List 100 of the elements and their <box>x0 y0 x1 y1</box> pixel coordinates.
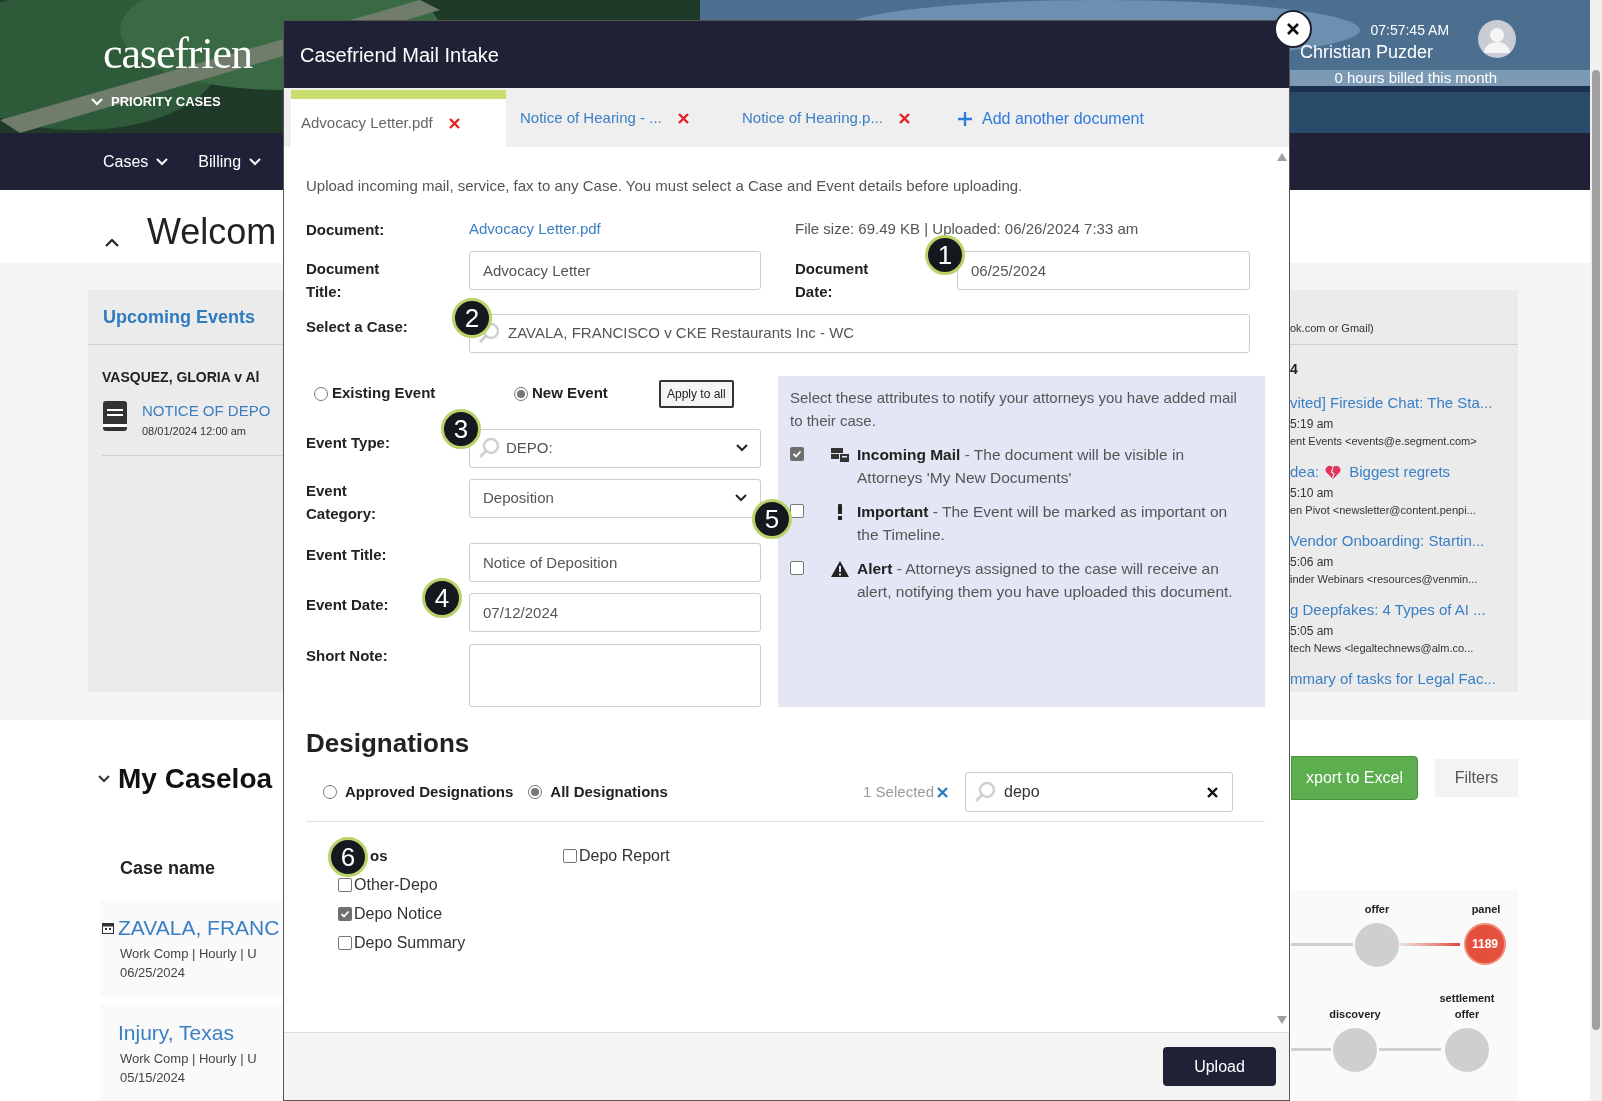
mail-time: 5:19 am <box>1290 415 1335 433</box>
event-link[interactable]: NOTICE OF DEPO <box>142 400 271 423</box>
mail-subject[interactable]: Vendor Onboarding: Startin... <box>1290 530 1485 553</box>
mail-heading: 4 <box>1290 360 1299 379</box>
priority-cases-link[interactable]: PRIORITY CASES <box>111 92 221 112</box>
avatar[interactable] <box>1478 20 1516 58</box>
scroll-down-icon[interactable] <box>1277 1016 1287 1024</box>
field-label: Event Title: <box>306 544 387 565</box>
nav-menu[interactable]: Billing <box>198 149 242 174</box>
close-icon <box>1287 23 1299 35</box>
checkmark-icon <box>792 448 802 459</box>
mail-subject[interactable]: vited] Fireside Chat: The Sta... <box>1290 392 1493 415</box>
column-header: Case name <box>120 857 216 880</box>
broken-heart-icon <box>1325 464 1342 480</box>
document-icon <box>102 400 128 432</box>
checkbox[interactable] <box>790 560 804 575</box>
mail-time: 5:06 am <box>1290 553 1335 571</box>
mail-subject[interactable]: g Deepfakes: 4 Types of AI ... <box>1290 599 1486 622</box>
stage-label: offer <box>1363 902 1391 917</box>
chevron-icon[interactable] <box>98 775 110 783</box>
document-tab[interactable]: Advocacy Letter.pdf <box>291 90 506 147</box>
option-description: Important - The Event will be marked as important on the Timeline. <box>857 501 1229 545</box>
instructions: Upload incoming mail, service, fax to any Case. You must select a Case and Event details before uploading. <box>306 176 1024 196</box>
checkbox[interactable] <box>338 906 352 921</box>
option-description: Incoming Mail - The document will be visible in Attorneys 'My New Documents' <box>857 444 1186 488</box>
panel-description: Select these attributes to notify your attorneys you have added mail to their case. <box>790 387 1238 431</box>
file-link[interactable]: Advocacy Letter.pdf <box>469 217 795 241</box>
apply-all-button[interactable]: Apply to all <box>659 379 734 408</box>
filters-button[interactable]: Filters <box>1435 759 1518 797</box>
dialog-title: Casefriend Mail Intake <box>300 42 499 68</box>
field-label: Event Type: <box>306 432 390 453</box>
case-meta: Work Comp | Hourly | U <box>120 944 258 963</box>
field-label: Document Date: <box>795 258 870 302</box>
nav-menu[interactable]: Cases <box>103 149 149 174</box>
radio-button[interactable] <box>514 386 528 401</box>
mail-note: ok.com or Gmail) <box>1290 320 1374 336</box>
input-field[interactable]: Notice of Deposition <box>469 542 761 582</box>
checkbox-label[interactable]: Other-Depo <box>354 874 438 895</box>
search-icon <box>478 322 500 344</box>
mail-subject[interactable]: mmary of tasks for Legal Fac... <box>1290 668 1496 691</box>
add-document-link[interactable]: Add another document <box>958 90 1144 147</box>
radio-label[interactable]: Approved Designations <box>345 780 514 804</box>
calendar-icon <box>102 921 114 934</box>
date-field[interactable]: 06/25/2024 <box>957 250 1250 290</box>
billed-hours: 0 hours billed this month <box>1334 68 1498 88</box>
close-tab-icon[interactable] <box>677 113 689 124</box>
dropdown[interactable]: DEPO: <box>469 428 761 468</box>
checkbox[interactable] <box>338 935 352 950</box>
radio-button[interactable] <box>323 785 337 799</box>
upload-button[interactable]: Upload <box>1163 1047 1276 1086</box>
radio-button[interactable] <box>314 386 328 401</box>
connector-line <box>1398 943 1460 946</box>
checkbox[interactable] <box>563 848 577 863</box>
mail-subject[interactable]: Biggest regrets <box>1349 461 1451 484</box>
stage-node: 1189 <box>1464 923 1506 965</box>
search-field[interactable]: depo <box>965 772 1233 812</box>
radio-label[interactable]: All Designations <box>550 780 668 804</box>
close-tab-icon[interactable] <box>448 117 460 129</box>
mail-sender: tech News <legaltechnews@alm.co... <box>1290 640 1475 656</box>
stage-label: panel <box>1470 902 1502 917</box>
document-tab[interactable]: Notice of Hearing.p... <box>728 90 950 147</box>
connector-line <box>1291 943 1353 946</box>
mail-sender: en Pivot <newsletter@content.penpi... <box>1290 502 1477 518</box>
field-label: Document: <box>306 219 386 240</box>
input-field[interactable]: Advocacy Letter <box>469 250 761 290</box>
option-description: Alert - Attorneys assigned to the case will receive an alert, notifying them you have uploaded this document. <box>857 558 1234 602</box>
checkbox-label[interactable]: Depo Notice <box>354 903 443 924</box>
scrollbar[interactable] <box>1590 0 1602 1101</box>
checkbox[interactable] <box>338 877 352 892</box>
mail-time: 5:10 am <box>1290 484 1335 502</box>
logo[interactable]: casefrien <box>103 30 252 78</box>
user-name[interactable]: Christian Puzder <box>1300 41 1434 63</box>
checkbox[interactable] <box>790 503 804 518</box>
case-title: VASQUEZ, GLORIA v Al <box>102 368 261 387</box>
mail-subject[interactable]: dea: <box>1290 461 1320 484</box>
checkbox-label[interactable]: Depo Report <box>579 845 670 866</box>
document-tab[interactable]: Notice of Hearing - ... <box>506 90 728 147</box>
plus-icon <box>958 111 972 126</box>
close-tab-icon[interactable] <box>898 113 910 124</box>
case-meta: Work Comp | Hourly | U <box>120 1049 258 1068</box>
scroll-up-icon[interactable] <box>1277 153 1287 161</box>
selection-count: 1 Selected <box>863 781 934 802</box>
chevron-up-icon <box>104 238 119 247</box>
chevron-icon <box>736 444 748 452</box>
stage-label: discovery <box>1328 1007 1382 1022</box>
section-title: Designations <box>306 726 471 760</box>
clear-selection-icon[interactable] <box>937 786 948 798</box>
case-link[interactable]: Injury, Texas <box>118 1017 234 1049</box>
field-label: Event Date: <box>306 594 389 615</box>
checkbox[interactable] <box>790 446 804 461</box>
checkbox-label[interactable]: Depo Summary <box>354 932 466 953</box>
date-field[interactable]: 07/12/2024 <box>469 592 761 632</box>
clear-search-icon[interactable] <box>1207 786 1218 798</box>
dropdown[interactable]: Deposition <box>469 478 761 518</box>
radio-button[interactable] <box>528 785 543 799</box>
radio-label[interactable]: New Event <box>532 382 608 405</box>
field-label: Short Note: <box>306 645 388 666</box>
connector-line <box>1379 1048 1441 1051</box>
radio-label[interactable]: Existing Event <box>332 382 436 405</box>
case-link[interactable]: ZAVALA, FRANC <box>118 912 280 944</box>
